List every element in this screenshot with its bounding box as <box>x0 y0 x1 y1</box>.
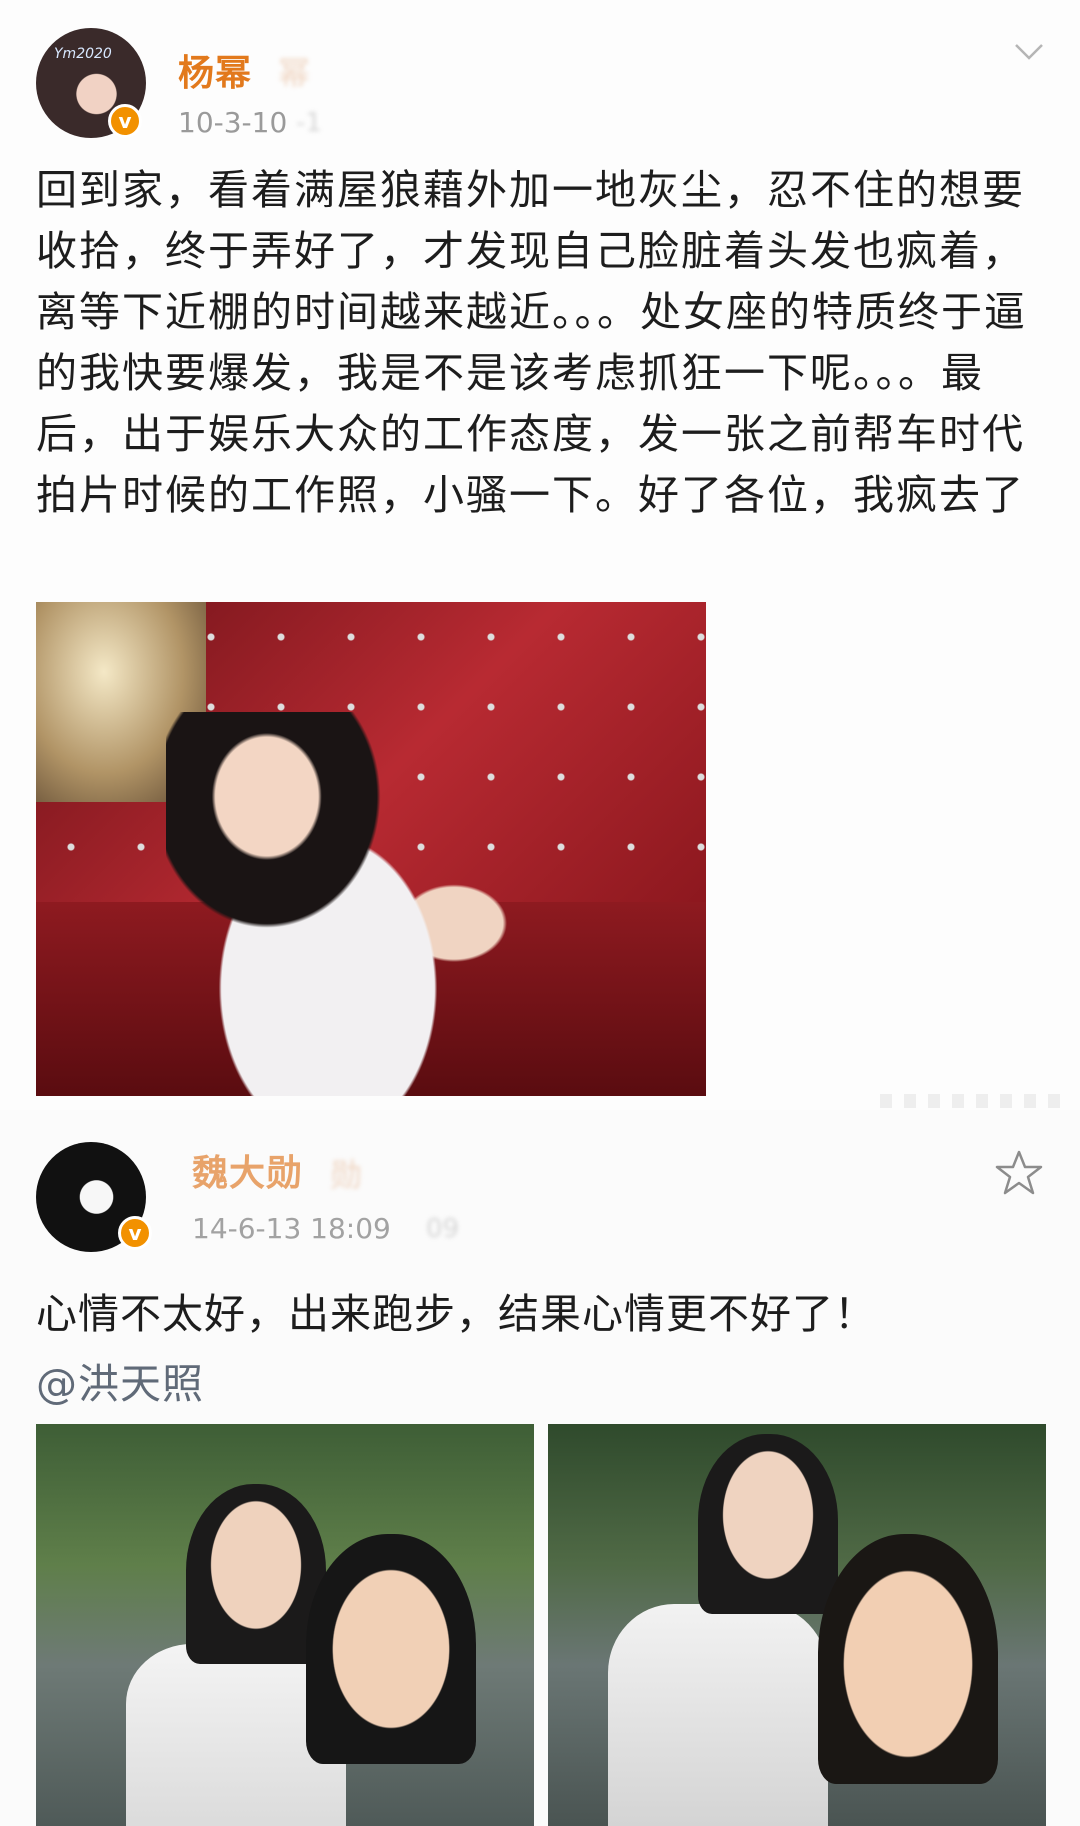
image-person <box>818 1534 998 1784</box>
image-person <box>306 1534 476 1764</box>
chevron-down-icon[interactable] <box>1014 42 1044 62</box>
username[interactable]: 魏大勋 <box>192 1144 303 1196</box>
username-blur: 勋 <box>330 1156 363 1194</box>
verified-badge-icon: v <box>118 1216 152 1250</box>
image-person <box>186 1484 326 1664</box>
post-timestamp: 10-3-10 <box>178 106 288 139</box>
verified-badge-icon: v <box>108 104 142 138</box>
image-person <box>698 1434 838 1614</box>
post-image[interactable] <box>548 1424 1046 1826</box>
timestamp-blur: -1 <box>296 108 322 138</box>
timestamp-blur: 09 <box>426 1214 460 1244</box>
username[interactable]: 杨幂 <box>178 44 252 96</box>
post-image[interactable] <box>36 1424 534 1826</box>
username-blur: 幂 <box>278 54 311 92</box>
watermark <box>880 1094 1060 1108</box>
post-text: 回到家，看着满屋狼藉外加一地灰尘，忍不住的想要收拾，终于弄好了，才发现自己脸脏着… <box>36 166 1027 519</box>
star-icon[interactable] <box>994 1148 1044 1198</box>
avatar-signature: Ym2020 <box>54 46 112 62</box>
post-image[interactable] <box>36 602 706 1096</box>
post-text: 心情不太好，出来跑步，结果心情更不好了！ <box>36 1290 876 1338</box>
image-person <box>166 712 526 1096</box>
image-person <box>608 1604 828 1826</box>
mention-link[interactable]: @洪天照 <box>36 1350 204 1410</box>
post-timestamp: 14-6-13 18:09 <box>192 1212 391 1245</box>
